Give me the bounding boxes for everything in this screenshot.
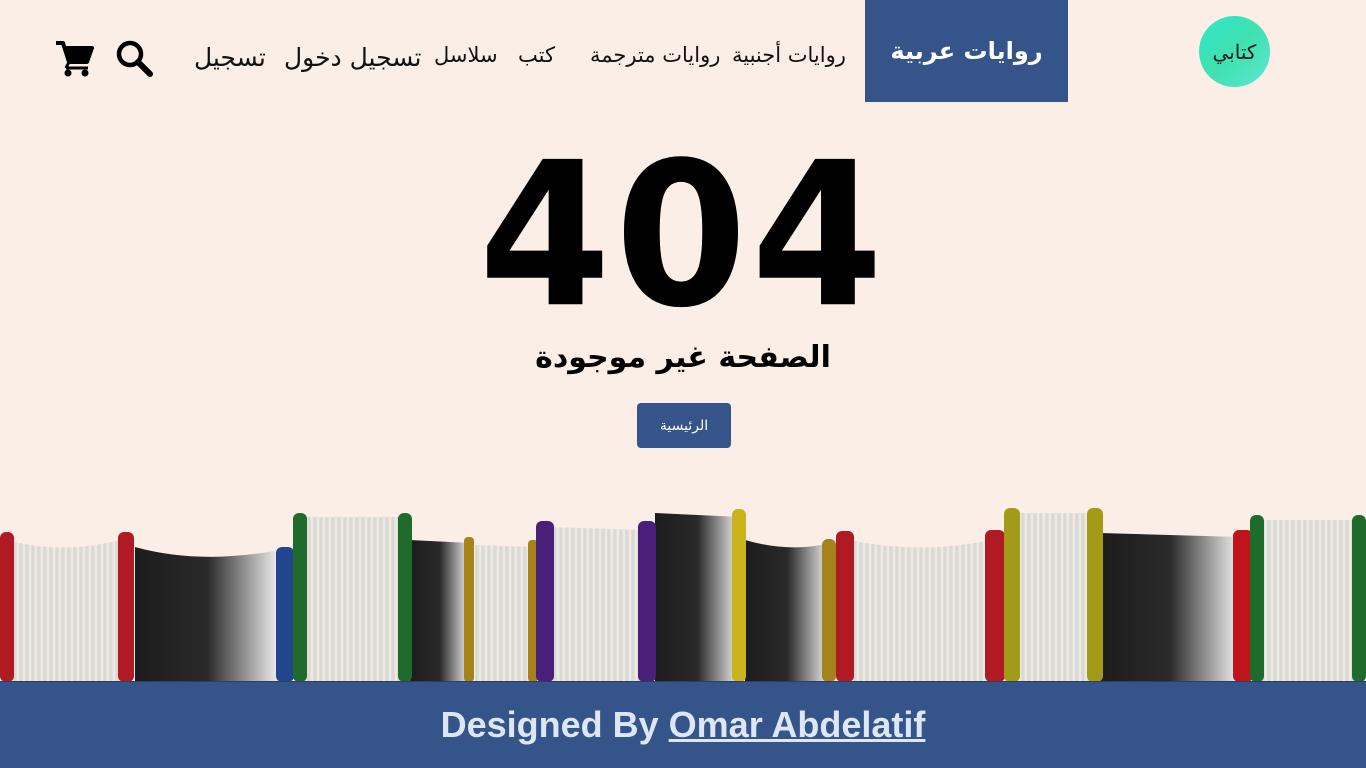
author-link[interactable]: Omar Abdelatif bbox=[669, 704, 926, 746]
nav-link-arabic-novels[interactable]: روايات عربية bbox=[865, 0, 1068, 102]
footer-credit: Designed By bbox=[440, 704, 659, 745]
cart-icon[interactable] bbox=[54, 38, 94, 78]
error-message: الصفحة غير موجودة bbox=[535, 340, 831, 375]
error-code: 404 bbox=[478, 119, 888, 352]
nav-link-books[interactable]: كتب bbox=[518, 38, 555, 72]
navbar: كتابي روايات عربية روايات أجنبية روايات … bbox=[0, 0, 1366, 102]
site-logo[interactable]: كتابي bbox=[1199, 16, 1270, 87]
search-icon[interactable] bbox=[114, 38, 154, 78]
home-button[interactable]: الرئيسية bbox=[637, 403, 731, 448]
register-link[interactable]: تسجيل bbox=[194, 40, 266, 74]
footer: Designed By Omar Abdelatif bbox=[0, 681, 1366, 768]
books-illustration bbox=[0, 508, 1366, 682]
login-link[interactable]: تسجيل دخول bbox=[284, 40, 422, 74]
nav-link-translated-novels[interactable]: روايات مترجمة bbox=[590, 38, 720, 72]
nav-link-series[interactable]: سلاسل bbox=[434, 38, 498, 72]
nav-link-foreign-novels[interactable]: روايات أجنبية bbox=[732, 38, 846, 72]
